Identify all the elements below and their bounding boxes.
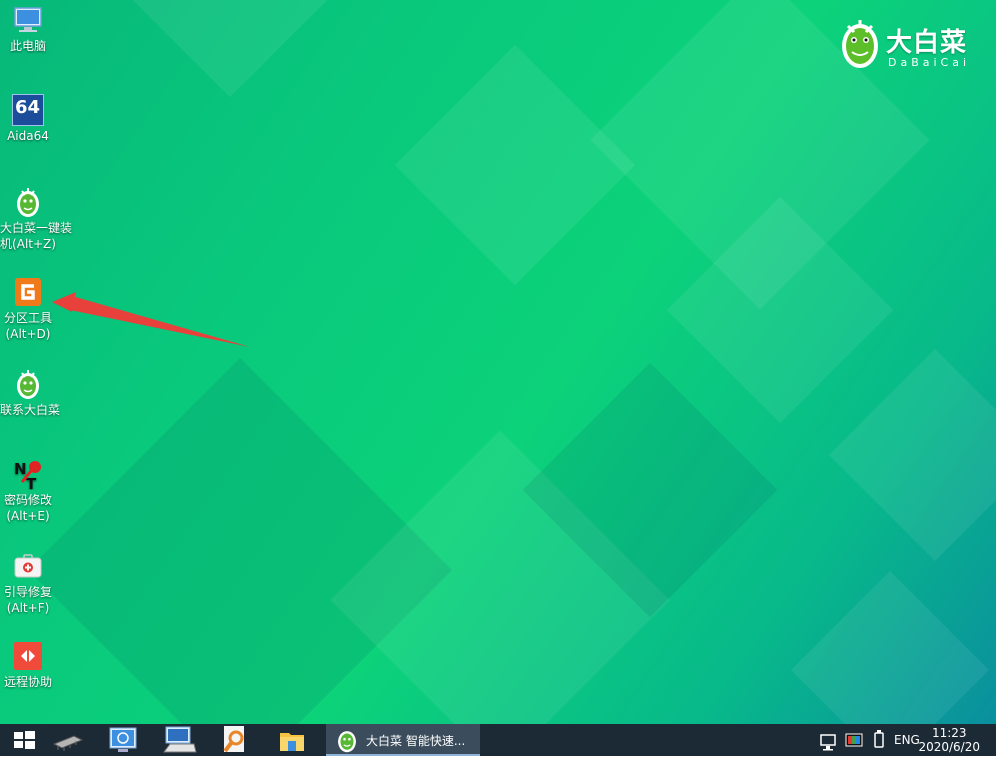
taskbar-active-task[interactable]: 大白菜 智能快速... [326, 724, 480, 756]
taskbar-network[interactable] [100, 724, 148, 756]
network-monitor-icon [109, 727, 137, 752]
folder-icon [280, 733, 304, 751]
desktop: 大白菜 DaBaiCai 此电脑 64 Aida64 大白菜一键装 机(Alt+… [0, 0, 996, 724]
usb-device-icon [874, 730, 884, 748]
memory-chip-icon [52, 735, 84, 751]
taskbar-disk-tool[interactable] [44, 724, 92, 756]
clock-date: 2020/6/20 [918, 740, 980, 754]
windows-start-icon [14, 731, 35, 749]
taskbar: 大白菜 智能快速... ENG 11:23 2020/6/20 [0, 724, 996, 756]
taskbar-file-explorer[interactable] [268, 724, 316, 756]
cabbage-icon [338, 731, 356, 753]
network-status-icon [820, 734, 836, 751]
magnifier-icon [223, 726, 244, 753]
taskbar-clock[interactable]: 11:23 2020/6/20 [918, 726, 980, 754]
tray-network[interactable] [818, 724, 840, 756]
annotation-arrow [52, 292, 250, 347]
display-settings-icon [845, 733, 863, 747]
language-indicator[interactable]: ENG [894, 733, 920, 749]
keyboard-monitor-icon [163, 726, 197, 753]
clock-time: 11:23 [931, 726, 967, 740]
start-button[interactable] [0, 724, 48, 756]
taskbar-search-tool[interactable] [210, 724, 258, 756]
task-label: 大白菜 智能快速... [366, 734, 466, 748]
taskbar-keyboard[interactable] [156, 724, 204, 756]
tray-usb[interactable] [870, 724, 888, 756]
tray-display[interactable] [844, 724, 866, 756]
